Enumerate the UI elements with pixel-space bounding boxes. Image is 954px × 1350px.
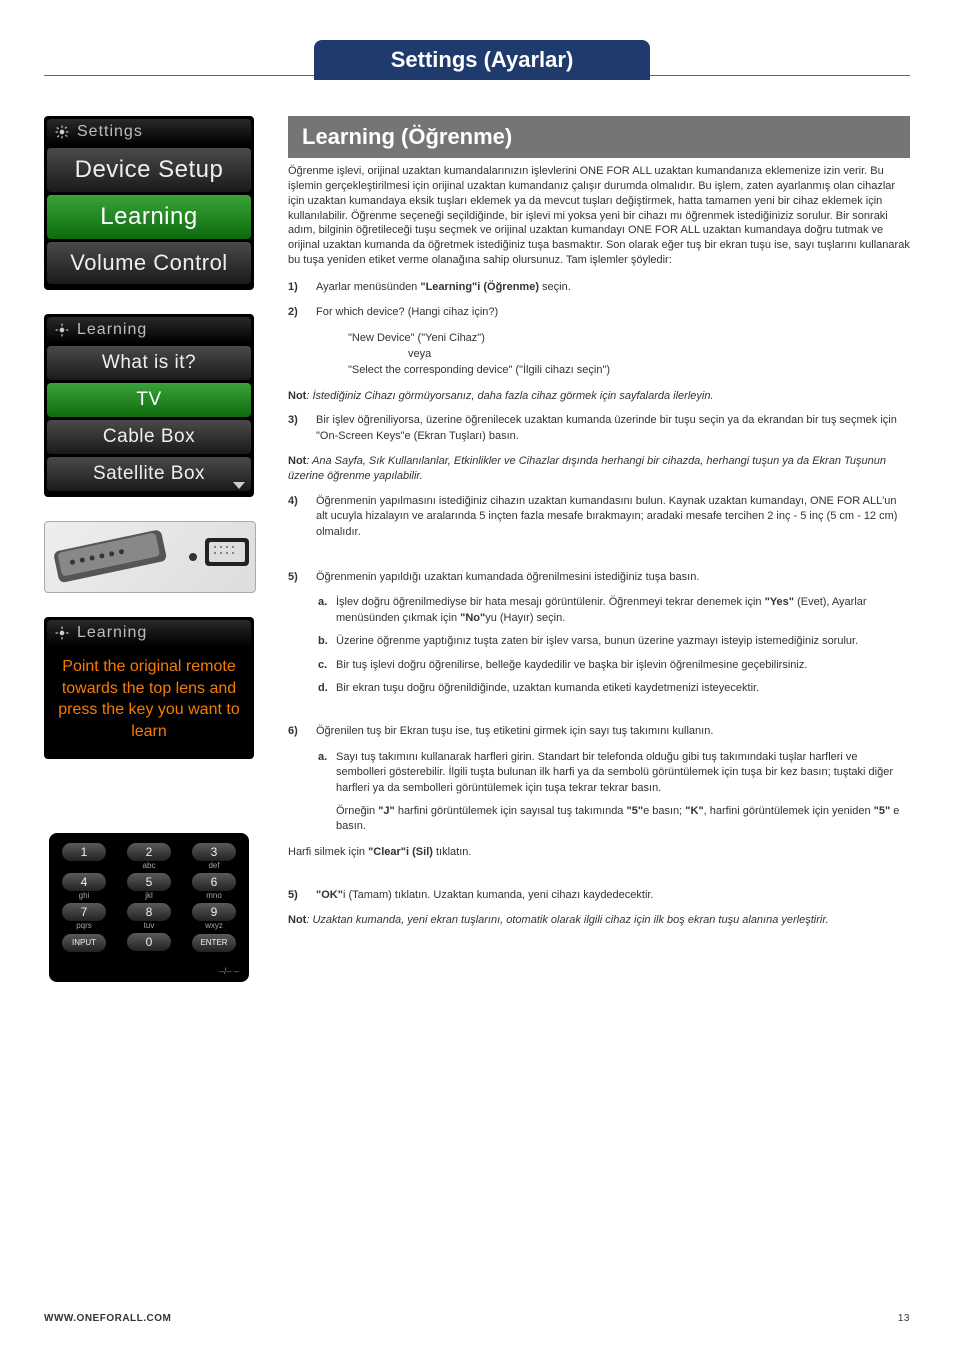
- menu-item-what-is-it[interactable]: What is it?: [47, 346, 251, 380]
- gear-icon: [55, 323, 69, 337]
- menu-item-satellite-box[interactable]: Satellite Box: [47, 457, 251, 491]
- keypad-button[interactable]: 8: [127, 903, 171, 921]
- footer-url: WWW.ONEFORALL.COM: [44, 1313, 171, 1324]
- note-1: Not: İstediğiniz Cihazı görmüyorsanız, d…: [288, 389, 910, 404]
- gear-icon: [55, 626, 69, 640]
- settings-menu-panel: Settings Device Setup Learning Volume Co…: [44, 116, 254, 290]
- learning-instruction-text: Point the original remote towards the to…: [47, 646, 251, 756]
- step-6: 6) Öğrenilen tuş bir Ekran tuşu ise, tuş…: [288, 724, 910, 739]
- menu-item-volume-control[interactable]: Volume Control: [47, 242, 251, 284]
- keypad-label: pqrs: [59, 921, 109, 931]
- keypad-button[interactable]: 1: [62, 843, 106, 861]
- step-2-options: "New Device" ("Yeni Cihaz") veya "Select…: [348, 331, 910, 379]
- keypad-button[interactable]: 9: [192, 903, 236, 921]
- step-1: 1) Ayarlar menüsünden "Learning"i (Öğren…: [288, 280, 910, 295]
- step-5b: b. Üzerine öğrenme yaptığınız tuşta zate…: [318, 634, 910, 649]
- step-6-example: Örneğin "J" harfini görüntülemek için sa…: [336, 804, 910, 835]
- keypad-label: jkl: [124, 891, 174, 901]
- keypad-label: wxyz: [189, 921, 239, 931]
- numeric-keypad: 1 2abc 3def 4ghi 5jkl 6mno 7pqrs 8tuv 9wxyz INPUT…: [49, 833, 249, 982]
- keypad-label: def: [189, 861, 239, 871]
- keypad-button[interactable]: 2: [127, 843, 171, 861]
- learning-device-title: Learning: [77, 321, 147, 339]
- page-footer: WWW.ONEFORALL.COM 13: [44, 1313, 910, 1324]
- keypad-button[interactable]: 6: [192, 873, 236, 891]
- step-5c: c. Bir tuş işlevi doğru öğrenilirse, bel…: [318, 658, 910, 673]
- settings-menu-title: Settings: [77, 123, 143, 141]
- learning-instruction-panel: Learning Point the original remote towar…: [44, 617, 254, 759]
- step-3: 3) Bir işlev öğreniliyorsa, üzerine öğre…: [288, 413, 910, 444]
- step-5-second: 5) "OK"i (Tamam) tıklatın. Uzaktan kuman…: [288, 888, 910, 903]
- keypad-bottom-label: –/– –: [59, 964, 239, 976]
- keypad-button[interactable]: 3: [192, 843, 236, 861]
- menu-item-cable-box[interactable]: Cable Box: [47, 420, 251, 454]
- intro-text: Öğrenme işlevi, orijinal uzaktan kumanda…: [288, 164, 910, 268]
- settings-menu-header: Settings: [47, 119, 251, 145]
- note-2: Not: Ana Sayfa, Sık Kullanılanlar, Etkin…: [288, 454, 910, 484]
- keypad-button[interactable]: 5: [127, 873, 171, 891]
- keypad-label: [189, 952, 239, 962]
- left-column: Settings Device Setup Learning Volume Co…: [44, 116, 254, 982]
- menu-item-learning[interactable]: Learning: [47, 195, 251, 239]
- keypad-label: mno: [189, 891, 239, 901]
- step-2: 2) For which device? (Hangi cihaz için?): [288, 305, 910, 320]
- keypad-button[interactable]: INPUT: [62, 934, 106, 952]
- keypad-label: tuv: [124, 921, 174, 931]
- keypad-label: [59, 861, 109, 871]
- keypad-button[interactable]: 7: [62, 903, 106, 921]
- footer-page-number: 13: [898, 1313, 910, 1324]
- clear-instruction: Harfi silmek için "Clear"i (Sil) tıklatı…: [288, 845, 910, 860]
- note-3: Not: Uzaktan kumanda, yeni ekran tuşları…: [288, 913, 910, 928]
- learning-instruction-title: Learning: [77, 624, 147, 642]
- keypad-button[interactable]: 4: [62, 873, 106, 891]
- keypad-button[interactable]: 0: [127, 933, 171, 951]
- step-5: 5) Öğrenmenin yapıldığı uzaktan kumandad…: [288, 570, 910, 585]
- header-tab: Settings (Ayarlar): [314, 40, 650, 80]
- keypad-label: [124, 951, 174, 961]
- keypad-label: abc: [124, 861, 174, 871]
- keypad-label: [59, 952, 109, 962]
- learning-device-header: Learning: [47, 317, 251, 343]
- chevron-down-icon: [233, 482, 245, 489]
- learning-instruction-header: Learning: [47, 620, 251, 646]
- menu-item-device-setup[interactable]: Device Setup: [47, 148, 251, 192]
- section-title: Learning (Öğrenme): [288, 116, 910, 158]
- menu-item-tv[interactable]: TV: [47, 383, 251, 417]
- gear-icon: [55, 125, 69, 139]
- page-header: Settings (Ayarlar): [44, 40, 910, 80]
- right-column: Learning (Öğrenme) Öğrenme işlevi, oriji…: [288, 116, 910, 982]
- step-5d: d. Bir ekran tuşu doğru öğrenildiğinde, …: [318, 681, 910, 696]
- learning-device-panel: Learning What is it? TV Cable Box Satell…: [44, 314, 254, 497]
- keypad-label: ghi: [59, 891, 109, 901]
- remote-illustration: [44, 521, 256, 593]
- step-6a: a. Sayı tuş takımını kullanarak harfleri…: [318, 750, 910, 796]
- step-4: 4) Öğrenmenin yapılmasını istediğiniz ci…: [288, 494, 910, 540]
- keypad-button[interactable]: ENTER: [192, 934, 236, 952]
- step-5a: a. İşlev doğru öğrenilmediyse bir hata m…: [318, 595, 910, 626]
